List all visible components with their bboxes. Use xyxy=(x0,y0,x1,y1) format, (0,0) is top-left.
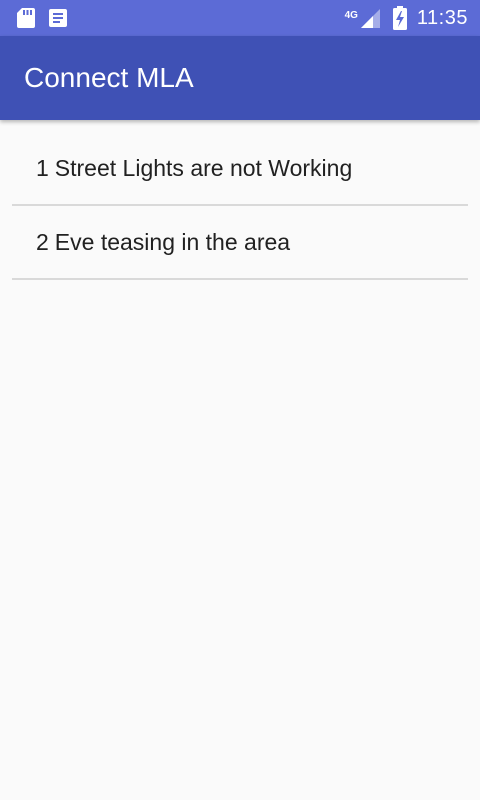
issue-list-item[interactable]: 1 Street Lights are not Working xyxy=(12,120,468,206)
issue-list-item[interactable]: 2 Eve teasing in the area xyxy=(12,206,468,280)
issue-title: Eve teasing in the area xyxy=(54,228,291,255)
battery-charging-icon xyxy=(392,6,407,30)
status-right: 4G 11:35 xyxy=(345,6,468,30)
app-bar: Connect MLA xyxy=(0,36,480,120)
issue-text: 2 Eve teasing in the area xyxy=(36,229,290,256)
status-left xyxy=(16,7,80,29)
clock: 11:35 xyxy=(416,6,468,29)
issue-number: 1 xyxy=(36,154,49,181)
issue-title: Street Lights are not Working xyxy=(54,154,353,181)
status-bar: 4G 11:35 xyxy=(0,0,480,36)
signal-icon xyxy=(359,7,381,29)
issue-text: 1 Street Lights are not Working xyxy=(36,155,352,182)
issue-number: 2 xyxy=(36,228,49,255)
notes-icon xyxy=(48,8,68,28)
issue-list: 1 Street Lights are not Working 2 Eve teas… xyxy=(12,120,468,280)
app-title: Connect MLA xyxy=(24,62,194,93)
network-type: 4G xyxy=(344,10,358,21)
sd-card-icon xyxy=(16,7,36,29)
